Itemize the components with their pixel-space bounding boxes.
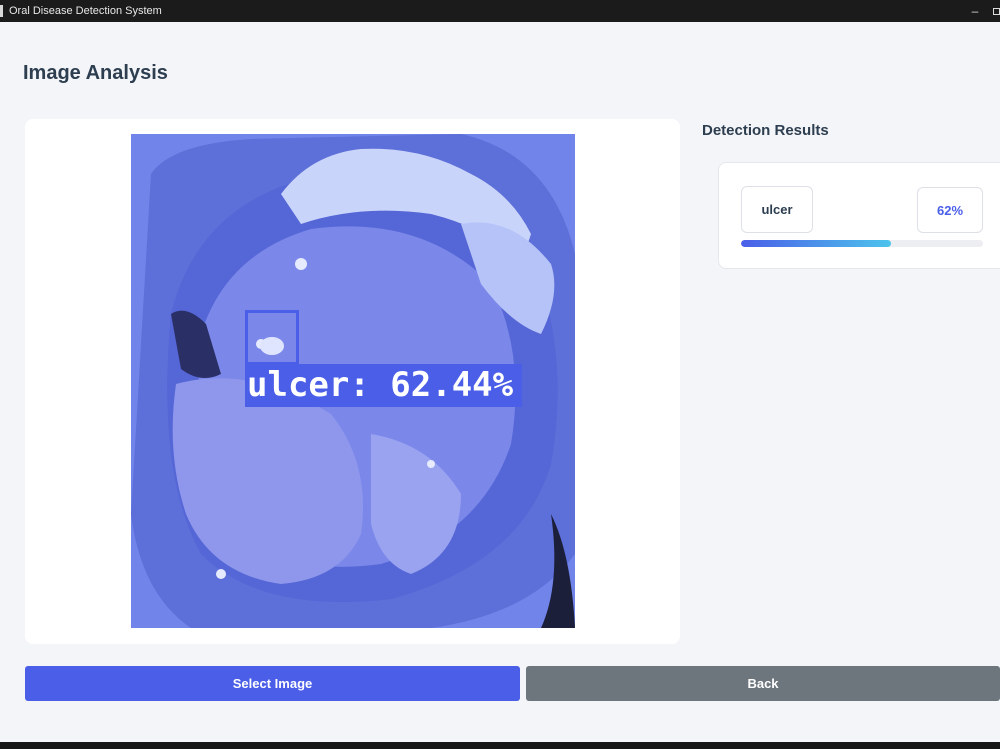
confidence-progress-fill bbox=[741, 240, 892, 247]
back-button[interactable]: Back bbox=[526, 666, 1000, 701]
title-bar: Oral Disease Detection System – bbox=[0, 0, 1000, 22]
result-card: ulcer 62% bbox=[718, 162, 1000, 269]
result-class-badge: ulcer bbox=[741, 186, 813, 233]
detection-bounding-box bbox=[245, 310, 299, 365]
results-title: Detection Results bbox=[702, 122, 829, 139]
maximize-icon bbox=[993, 8, 1000, 15]
maximize-button[interactable] bbox=[992, 0, 1000, 22]
result-confidence-badge: 62% bbox=[917, 187, 983, 233]
detection-label: ulcer: 62.44% bbox=[245, 364, 522, 407]
window-controls: – bbox=[958, 0, 1000, 22]
confidence-progress-track bbox=[741, 240, 983, 247]
window-title: Oral Disease Detection System bbox=[9, 5, 162, 17]
select-image-button[interactable]: Select Image bbox=[25, 666, 520, 701]
app-icon bbox=[0, 5, 3, 17]
image-card: ulcer: 62.44% bbox=[25, 119, 680, 644]
taskbar bbox=[0, 742, 1000, 749]
analysis-image: ulcer: 62.44% bbox=[131, 134, 575, 628]
page-title: Image Analysis bbox=[23, 62, 168, 84]
minimize-button[interactable]: – bbox=[958, 0, 992, 22]
minimize-icon: – bbox=[971, 4, 979, 18]
